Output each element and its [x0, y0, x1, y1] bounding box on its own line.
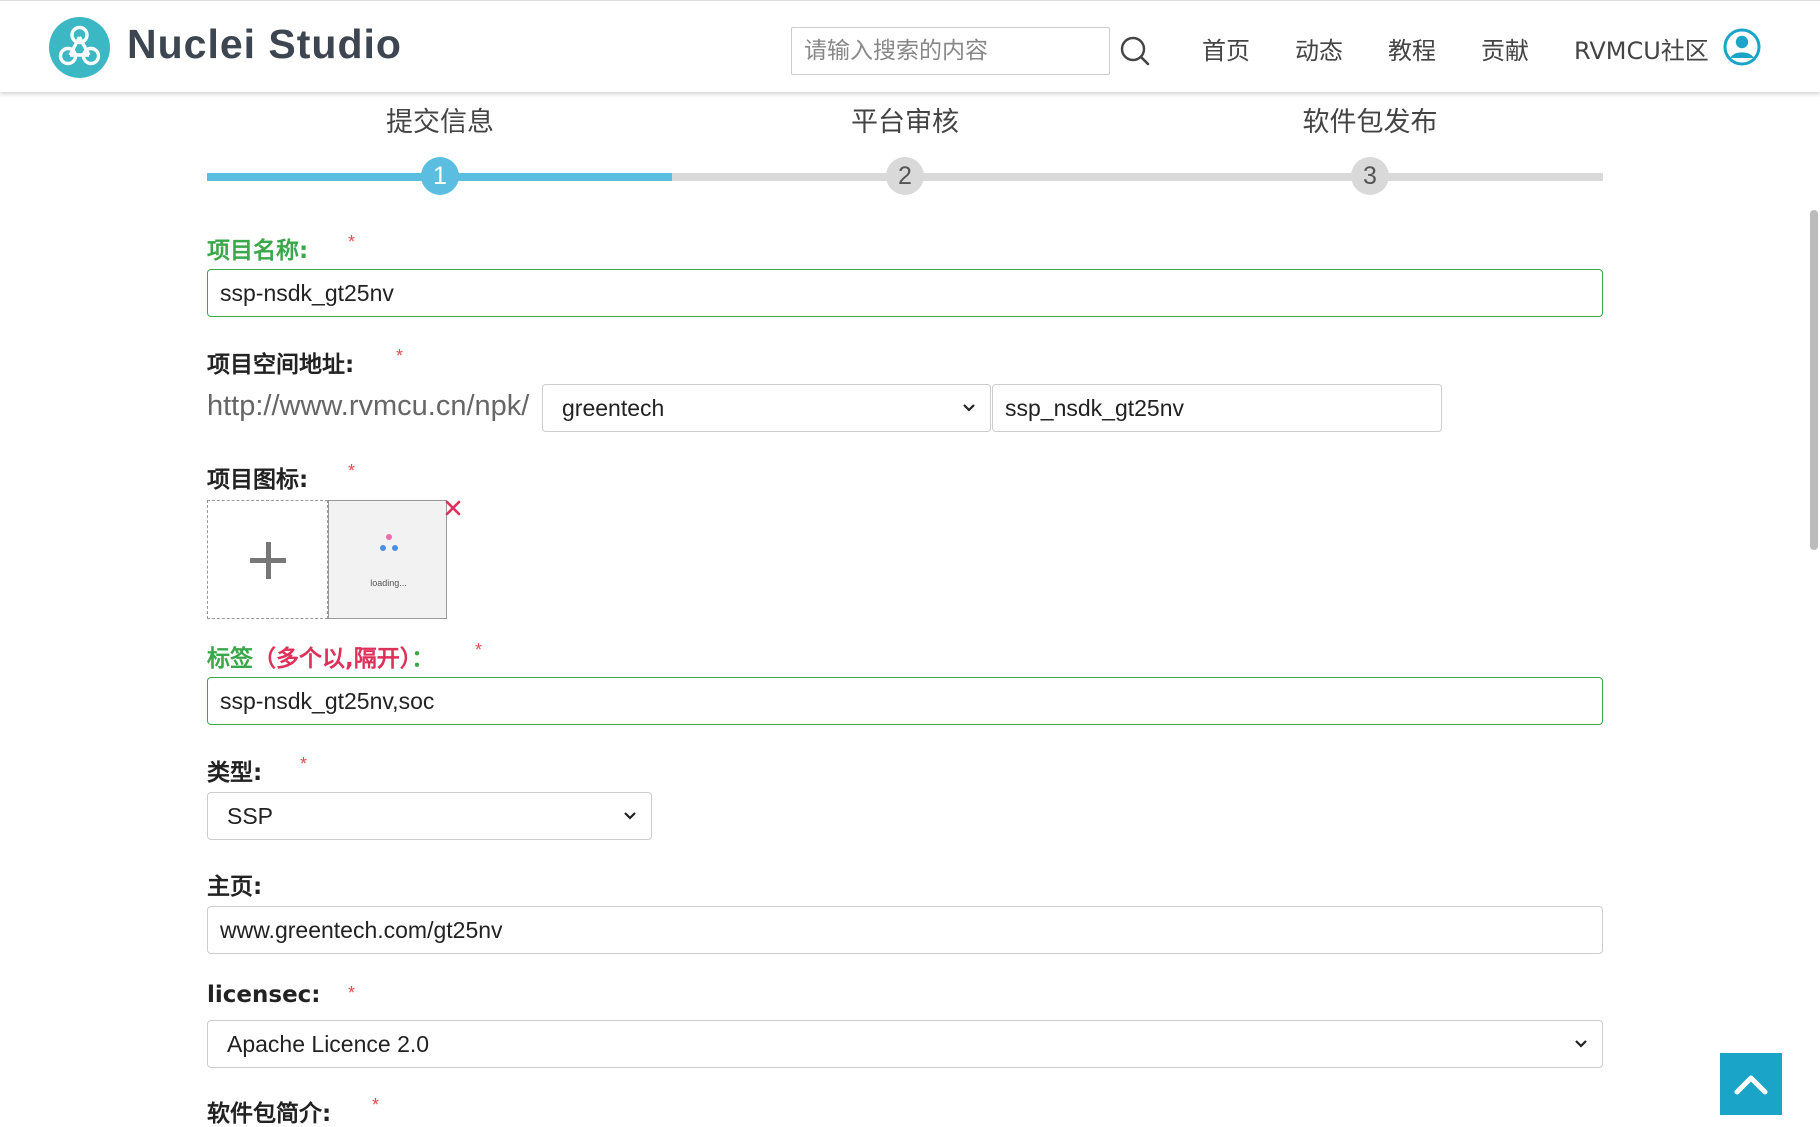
tags-input[interactable] — [207, 677, 1603, 725]
chevron-down-icon — [963, 404, 975, 412]
chevron-down-icon — [1575, 1040, 1587, 1048]
required-mark: * — [396, 346, 404, 366]
nav-contribute[interactable]: 贡献 — [1481, 31, 1529, 66]
homepage-input[interactable] — [207, 906, 1603, 954]
tags-label: 标签（多个以,隔开）： — [207, 639, 434, 673]
required-mark: * — [475, 640, 483, 660]
project-icon-label: 项目图标: — [207, 467, 309, 493]
search-input[interactable] — [791, 27, 1110, 75]
space-owner-select[interactable]: greentech — [542, 384, 991, 432]
icon-upload-button[interactable] — [207, 500, 328, 619]
chevron-up-icon — [1734, 1075, 1768, 1095]
plus-icon-stem — [265, 542, 271, 579]
user-avatar-icon[interactable] — [1722, 27, 1762, 67]
nav-tutorials[interactable]: 教程 — [1388, 31, 1436, 66]
space-url-prefix: http://www.rvmcu.cn/npk/ — [207, 390, 530, 422]
type-label: 类型: — [207, 760, 263, 786]
step-label-submit: 提交信息 — [386, 107, 494, 138]
step-2[interactable]: 2 — [886, 157, 924, 195]
logo-icon[interactable] — [49, 17, 110, 78]
chevron-down-icon — [624, 812, 636, 820]
step-label-publish: 软件包发布 — [1302, 107, 1438, 138]
loading-text: loading... — [370, 578, 407, 588]
logo-text[interactable]: Nuclei Studio — [127, 21, 402, 68]
tags-label-text: 标签 — [207, 646, 253, 672]
top-header: Nuclei Studio 首页 动态 教程 贡献 RVMCU社区 — [0, 0, 1820, 92]
required-mark: * — [348, 461, 356, 481]
close-icon[interactable] — [444, 499, 462, 517]
project-name-input[interactable] — [207, 269, 1603, 317]
required-mark: * — [372, 1095, 380, 1115]
type-select[interactable]: SSP — [207, 792, 652, 840]
space-slug-input[interactable] — [992, 384, 1442, 432]
project-space-label: 项目空间地址: — [207, 352, 355, 378]
type-value: SSP — [227, 803, 274, 829]
required-mark: * — [348, 983, 356, 1003]
homepage-label: 主页: — [207, 874, 263, 900]
tags-hint: （多个以,隔开） — [253, 646, 412, 672]
license-value: Apache Licence 2.0 — [227, 1031, 430, 1057]
required-mark: * — [348, 232, 356, 252]
tags-label-colon: ： — [411, 646, 435, 672]
loading-spinner-icon — [380, 534, 398, 551]
step-3[interactable]: 3 — [1351, 157, 1389, 195]
required-mark: * — [300, 754, 308, 774]
project-name-label: 项目名称: — [207, 238, 309, 264]
icon-preview: loading... — [328, 500, 447, 619]
license-label: licensec: — [207, 982, 321, 1008]
search-icon[interactable] — [1116, 31, 1156, 71]
intro-label: 软件包简介: — [207, 1101, 332, 1127]
nav-community[interactable]: RVMCU社区 — [1574, 31, 1709, 66]
nav-news[interactable]: 动态 — [1295, 31, 1343, 66]
step-label-review: 平台审核 — [851, 107, 959, 138]
page-scrollbar[interactable] — [1810, 210, 1818, 550]
back-to-top-button[interactable] — [1720, 1053, 1782, 1115]
step-1[interactable]: 1 — [421, 157, 459, 195]
nav-home[interactable]: 首页 — [1202, 31, 1250, 66]
space-owner-value: greentech — [562, 395, 665, 421]
license-select[interactable]: Apache Licence 2.0 — [207, 1020, 1603, 1068]
